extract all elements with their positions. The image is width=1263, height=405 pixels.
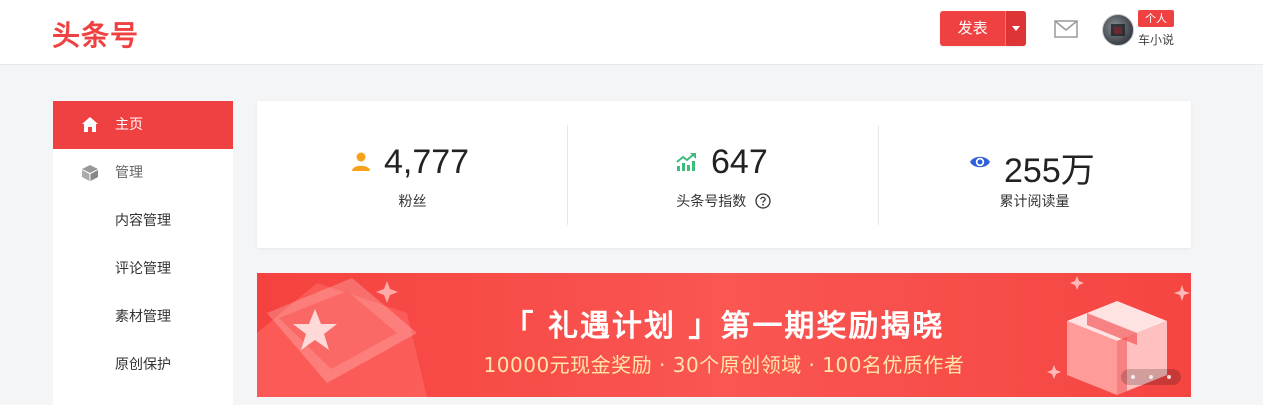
logo[interactable]: 头条号	[52, 14, 139, 54]
sidebar-item-label: 素材管理	[115, 309, 171, 325]
publish-button-label[interactable]: 发表	[940, 11, 1005, 46]
carousel-dot[interactable]	[1131, 375, 1135, 379]
username[interactable]: 车小说	[1138, 31, 1174, 48]
stat-label: 累计阅读量	[999, 194, 1070, 210]
promo-banner[interactable]: 「 礼遇计划 」第一期奖励揭晓 10000元现金奖励 · 30个原创领域 · 1…	[257, 273, 1191, 397]
stat-label: 粉丝	[398, 194, 427, 210]
account-type-badge: 个人	[1138, 10, 1174, 27]
top-header: 头条号 发表 个人 车小说	[0, 0, 1263, 65]
stat-value: 255万	[1004, 152, 1095, 190]
stat-reads[interactable]: 255万 累计阅读量	[879, 101, 1190, 248]
home-icon	[82, 117, 98, 132]
stat-fans[interactable]: 4,777 粉丝	[257, 101, 568, 248]
sidebar-item-label: 管理	[115, 165, 143, 181]
stat-value: 647	[711, 143, 768, 181]
eye-icon	[970, 156, 990, 168]
stat-value: 4,777	[384, 143, 470, 181]
banner-subtitle: 10000元现金奖励 · 30个原创领域 · 100名优质作者	[483, 353, 965, 377]
cube-icon	[82, 165, 98, 181]
stats-card: 4,777 粉丝 647 头条号指数 255万 累计阅读量	[257, 101, 1191, 248]
banner-title: 「 礼遇计划 」第一期奖励揭晓	[503, 309, 945, 344]
stat-label-text: 头条号指数	[676, 194, 747, 210]
publish-dropdown-icon[interactable]	[1005, 11, 1026, 46]
sidebar-item-label: 评论管理	[115, 261, 171, 277]
sidebar-item-content-management[interactable]: 内容管理	[53, 197, 233, 245]
sidebar-item-label: 原创保护	[115, 357, 171, 373]
stat-index[interactable]: 647 头条号指数	[568, 101, 879, 248]
publish-button[interactable]: 发表	[940, 11, 1026, 46]
sidebar-item-label: 内容管理	[115, 213, 171, 229]
sidebar-item-material-management[interactable]: 素材管理	[53, 293, 233, 341]
sidebar-item-comment-management[interactable]: 评论管理	[53, 245, 233, 293]
sidebar-item-original-protection[interactable]: 原创保护	[53, 341, 233, 389]
carousel-dot[interactable]	[1149, 375, 1153, 379]
help-icon[interactable]	[755, 193, 771, 209]
sidebar-item-home[interactable]: 主页	[53, 101, 233, 149]
trend-up-icon	[676, 153, 696, 171]
stat-label: 头条号指数	[568, 191, 879, 211]
avatar[interactable]	[1102, 14, 1134, 46]
carousel-dot[interactable]	[1167, 375, 1171, 379]
sidebar: 主页 管理 内容管理 评论管理 素材管理 原创保护	[53, 101, 233, 405]
carousel-pager[interactable]	[1121, 369, 1181, 385]
mail-icon[interactable]	[1054, 20, 1078, 38]
sidebar-item-manage[interactable]: 管理	[53, 149, 233, 197]
sidebar-item-label: 主页	[115, 117, 143, 133]
person-icon	[352, 152, 370, 171]
